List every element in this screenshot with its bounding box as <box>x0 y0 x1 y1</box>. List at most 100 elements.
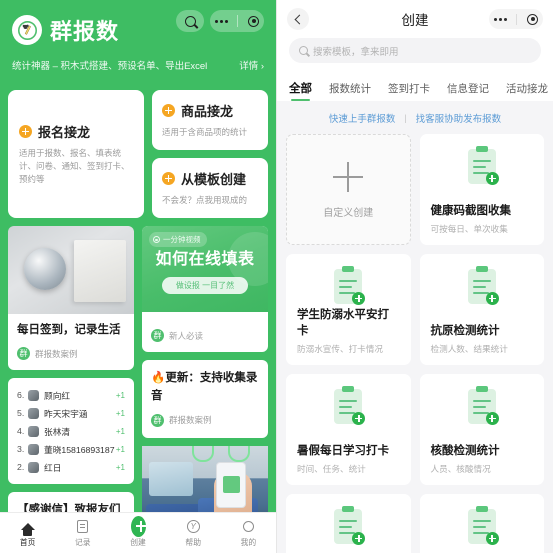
feed-column-right: 一分钟视频 如何在线填表 做设报 一目了然 群 新人必读 🔥更新：支持收集录音 … <box>142 226 268 553</box>
feed-card-body: 每日签到，记录生活 群 群报数案例 <box>8 314 134 371</box>
feed-card-update[interactable]: 🔥更新：支持收集录音 群 群报数案例 <box>142 360 268 438</box>
link-contact-support[interactable]: 找客服协助发布报数 <box>416 111 502 125</box>
plus-circle-icon <box>162 104 175 117</box>
tab-records[interactable]: 记录 <box>55 519 110 548</box>
feed-column-left: 每日签到，记录生活 群 群报数案例 6. 顾向红 +1 5. 昨天宋宇涵 +1 … <box>8 226 134 553</box>
left-panel-home: 群报数 统计神器 – 积木式搭建、预设名单、导出Excel 详情 › 报名接龙 … <box>0 0 276 553</box>
hand-badge-icon <box>12 15 42 45</box>
rank-no: 2. <box>17 462 25 473</box>
rank-name: 顾向红 <box>44 390 71 401</box>
tab-checkin[interactable]: 签到打卡 <box>388 81 430 101</box>
entry-title-row: 商品接龙 <box>162 101 258 120</box>
entry-desc: 适用于含商品项的统计 <box>162 127 248 137</box>
clipboard-plus-icon <box>331 506 366 546</box>
left-body: 报名接龙 适用于报数、报名、填表统计、问卷、通知、签到打卡、预约等 商品接龙 适… <box>0 86 276 553</box>
brand-name: 群报数 <box>50 19 120 44</box>
rank-delta: +1 <box>115 390 125 400</box>
feed-source-name: 新人必读 <box>169 330 204 341</box>
handle-icon <box>228 445 250 462</box>
entry-title-row: 报名接龙 <box>19 122 133 141</box>
rank-no: 4. <box>17 426 25 437</box>
rank-delta: +1 <box>115 444 125 454</box>
person-icon <box>241 519 256 534</box>
avatar <box>28 461 39 473</box>
avatar-icon: 群 <box>151 329 164 343</box>
left-subtitle-row: 统计神器 – 积木式搭建、预设名单、导出Excel 详情 › <box>12 58 264 72</box>
feed-card-title: 🔥更新：支持收集录音 <box>151 372 258 402</box>
list-item[interactable]: 6. 顾向红 +1 <box>17 386 125 404</box>
tab-activity-chain[interactable]: 活动接龙 <box>506 81 548 101</box>
feed-card-daily-signin[interactable]: 每日签到，记录生活 群 群报数案例 <box>8 226 134 371</box>
handle-icon <box>192 445 214 462</box>
avatar-icon: 群 <box>17 347 30 361</box>
avatar-icon: 群 <box>151 413 164 427</box>
target-circle-icon[interactable] <box>248 15 260 27</box>
rank-no: 5. <box>17 408 25 419</box>
plus-circle-icon <box>130 515 147 537</box>
entry-card-template[interactable]: 从模板创建 不会发？点我用现成的 <box>152 158 268 219</box>
avatar <box>28 425 39 437</box>
template-name: 暑假每日学习打卡 <box>297 445 389 457</box>
template-grid: 自定义创建 健康码截图收集 可按每日、单次收集 学生防溺水平安打卡 防溺水宣传、… <box>277 134 553 553</box>
list-item[interactable]: 2. 红日 +1 <box>17 458 125 476</box>
rank-delta: +1 <box>115 408 125 418</box>
plus-icon <box>333 162 364 192</box>
clipboard-plus-icon <box>465 506 499 546</box>
search-icon[interactable] <box>176 10 204 32</box>
template-sub: 人员、核酸情况 <box>430 464 491 474</box>
entry-card-goods[interactable]: 商品接龙 适用于含商品项的统计 <box>152 90 268 151</box>
template-card[interactable]: 学生防溺水平安打卡 防溺水宣传、打卡情况 <box>286 254 411 365</box>
rank-name: 红日 <box>44 462 62 473</box>
left-detail-link[interactable]: 详情 › <box>239 58 264 72</box>
template-card[interactable]: 核酸检测统计 人员、核酸情况 <box>419 374 544 485</box>
mini-program-capsule[interactable] <box>210 10 264 32</box>
feed-card-title: 每日签到，记录生活 <box>17 324 121 337</box>
tab-help[interactable]: Y 帮助 <box>166 519 221 548</box>
tab-home[interactable]: 首页 <box>0 519 55 548</box>
list-item[interactable]: 4. 张林清 +1 <box>17 422 125 440</box>
feed-card-video[interactable]: 一分钟视频 如何在线填表 做设报 一目了然 群 新人必读 <box>142 226 268 353</box>
entry-title: 报名接龙 <box>38 124 91 140</box>
video-headline: 如何在线填表 <box>155 250 255 268</box>
search-input[interactable]: 搜索模板，拿来即用 <box>289 38 541 63</box>
list-item[interactable]: 5. 昨天宋宇涵 +1 <box>17 404 125 422</box>
clipboard-plus-icon <box>331 386 366 426</box>
more-dots-icon[interactable] <box>214 19 228 23</box>
template-card[interactable]: 健康码截图收集 可按每日、单次收集 <box>419 134 544 245</box>
avatar <box>28 389 39 401</box>
template-card-custom[interactable]: 自定义创建 <box>286 134 411 245</box>
feed-card-source: 群 群报数案例 <box>17 347 125 361</box>
feed-masonry: 每日签到，记录生活 群 群报数案例 6. 顾向红 +1 5. 昨天宋宇涵 +1 … <box>8 226 268 553</box>
clipboard-plus-icon <box>465 146 499 186</box>
entry-card-signup[interactable]: 报名接龙 适用于报数、报名、填表统计、问卷、通知、签到打卡、预约等 <box>8 90 144 219</box>
tab-label: 记录 <box>75 537 91 547</box>
capsule-group <box>176 10 264 32</box>
list-item[interactable]: 3. 董晓15816893187 +1 <box>17 440 125 458</box>
template-card[interactable]: 暑假每日学习打卡 时间、任务、统计 <box>286 374 411 485</box>
more-dots-icon[interactable] <box>493 17 507 21</box>
rank-delta: +1 <box>115 426 125 436</box>
rank-delta: +1 <box>115 462 125 472</box>
template-card[interactable]: 抗原检测统计 检测人数、结果统计 <box>419 254 544 365</box>
plus-circle-icon <box>19 124 32 138</box>
clipboard-plus-icon <box>465 386 499 426</box>
helper-links: 快速上手群报数 | 找客服协助发布报数 <box>277 101 553 134</box>
tab-mine[interactable]: 我的 <box>221 519 276 548</box>
entry-cards-row: 报名接龙 适用于报数、报名、填表统计、问卷、通知、签到打卡、预约等 商品接龙 适… <box>8 86 268 219</box>
template-card[interactable]: 每日视频打卡 <box>419 494 544 553</box>
play-circle-icon <box>153 236 160 244</box>
clipboard-plus-icon <box>465 266 499 306</box>
left-header: 群报数 统计神器 – 积木式搭建、预设名单、导出Excel 详情 › <box>0 0 276 86</box>
entry-desc: 不会发？点我用现成的 <box>162 195 248 206</box>
document-icon <box>75 519 90 534</box>
target-circle-icon[interactable] <box>527 13 539 25</box>
tab-all[interactable]: 全部 <box>289 80 312 101</box>
tab-count-stats[interactable]: 报数统计 <box>329 81 371 101</box>
link-quick-start[interactable]: 快速上手群报数 <box>329 111 396 125</box>
tab-create[interactable]: 创建 <box>110 515 165 548</box>
template-card[interactable]: 文件收集 <box>286 494 411 553</box>
mini-program-capsule[interactable] <box>489 9 543 29</box>
tab-label: 帮助 <box>185 537 201 547</box>
search-icon <box>299 46 308 55</box>
tab-info-register[interactable]: 信息登记 <box>447 81 489 101</box>
